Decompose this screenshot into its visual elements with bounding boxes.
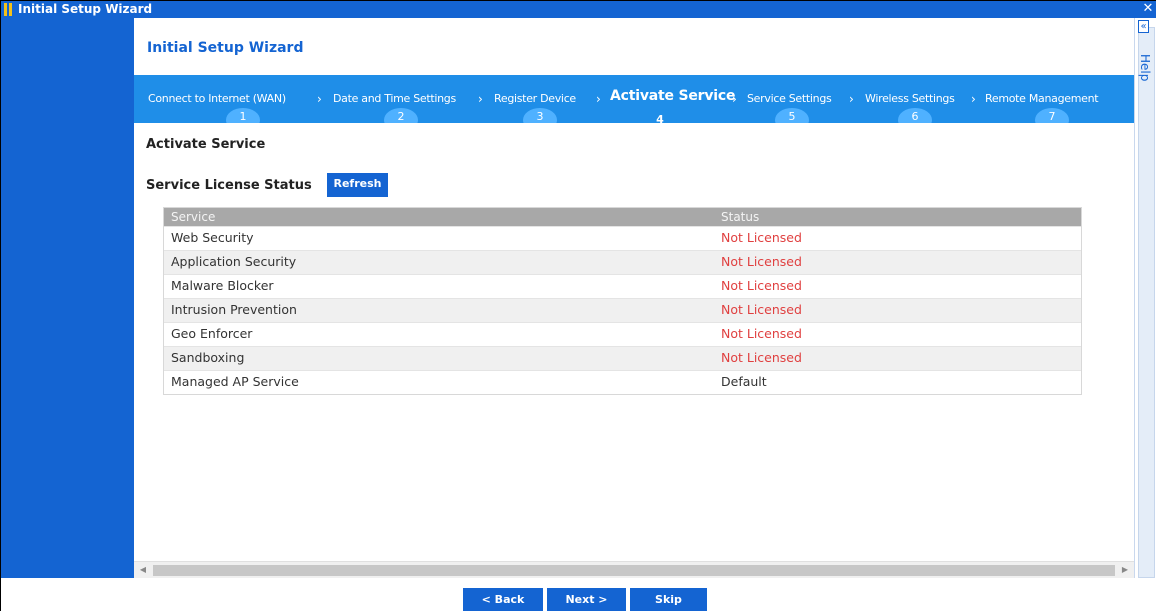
table-row[interactable]: Malware Blocker Not Licensed [164, 274, 1081, 298]
main-content: Initial Setup Wizard Connect to Internet… [134, 18, 1134, 578]
table-header: Service Status [164, 208, 1081, 226]
service-name: Managed AP Service [171, 374, 299, 389]
next-button[interactable]: Next > [547, 588, 626, 611]
collapse-help-icon[interactable]: « [1138, 20, 1149, 33]
step-number: 5 [775, 108, 809, 123]
help-strip[interactable] [1138, 27, 1155, 578]
close-icon[interactable]: ✕ [1141, 2, 1155, 16]
table-row[interactable]: Intrusion Prevention Not Licensed [164, 298, 1081, 322]
table-row[interactable]: Geo Enforcer Not Licensed [164, 322, 1081, 346]
back-button[interactable]: < Back [463, 588, 543, 611]
table-row[interactable]: Managed AP Service Default [164, 370, 1081, 394]
wizard-title: Initial Setup Wizard [147, 40, 304, 56]
title-bar: Initial Setup Wizard ✕ [1, 1, 1156, 18]
step-label: Register Device [494, 92, 576, 105]
service-status: Not Licensed [721, 302, 802, 317]
step-number: 4 [643, 109, 677, 123]
service-status: Not Licensed [721, 278, 802, 293]
service-name: Application Security [171, 254, 297, 269]
left-sidebar [1, 18, 134, 611]
chevron-right-icon: › [317, 92, 322, 106]
service-name: Geo Enforcer [171, 326, 253, 341]
service-status: Not Licensed [721, 326, 802, 341]
help-label[interactable]: Help [1138, 54, 1152, 81]
service-status: Not Licensed [721, 254, 802, 269]
step-label: Remote Management [985, 92, 1099, 105]
step-number: 7 [1035, 108, 1069, 123]
license-status-heading: Service License Status [146, 178, 312, 193]
column-header-service[interactable]: Service [171, 208, 215, 226]
footer-bar: < Back Next > Skip [1, 578, 1156, 611]
step-number: 3 [523, 108, 557, 123]
service-name: Intrusion Prevention [171, 302, 297, 317]
scrollbar-thumb[interactable] [153, 565, 1115, 576]
service-name: Web Security [171, 230, 254, 245]
help-panel: « Help [1134, 18, 1156, 578]
table-row[interactable]: Sandboxing Not Licensed [164, 346, 1081, 370]
column-header-status[interactable]: Status [721, 208, 759, 226]
refresh-button[interactable]: Refresh [327, 173, 388, 197]
wizard-steps-bar: Connect to Internet (WAN) 1 › Date and T… [134, 75, 1134, 123]
table-row[interactable]: Application Security Not Licensed [164, 250, 1081, 274]
scroll-left-icon[interactable]: ◀ [137, 564, 149, 576]
scroll-right-icon[interactable]: ▶ [1119, 564, 1131, 576]
service-name: Malware Blocker [171, 278, 274, 293]
license-table: Service Status Web Security Not Licensed… [163, 207, 1082, 395]
step-label: Service Settings [747, 92, 832, 105]
step-label: Activate Service [610, 88, 736, 104]
step-label: Date and Time Settings [333, 92, 456, 105]
step-number: 1 [226, 108, 260, 123]
step-label: Connect to Internet (WAN) [148, 92, 286, 105]
chevron-right-icon: › [971, 92, 976, 106]
page-title: Activate Service [146, 137, 266, 152]
step-number: 6 [898, 108, 932, 123]
chevron-right-icon: › [478, 92, 483, 106]
service-status: Default [721, 374, 767, 389]
wizard-window: Initial Setup Wizard ✕ « Help Initial Se… [0, 0, 1156, 611]
app-logo-icon [4, 3, 14, 16]
service-status: Not Licensed [721, 230, 802, 245]
skip-button[interactable]: Skip [630, 588, 707, 611]
horizontal-scrollbar[interactable]: ◀ ▶ [134, 561, 1134, 578]
table-row[interactable]: Web Security Not Licensed [164, 226, 1081, 250]
chevron-right-icon: › [596, 92, 601, 106]
step-number: 2 [384, 108, 418, 123]
chevron-right-icon: › [732, 92, 737, 106]
step-label: Wireless Settings [865, 92, 955, 105]
window-title: Initial Setup Wizard [18, 2, 153, 16]
service-name: Sandboxing [171, 350, 245, 365]
chevron-right-icon: › [849, 92, 854, 106]
service-status: Not Licensed [721, 350, 802, 365]
